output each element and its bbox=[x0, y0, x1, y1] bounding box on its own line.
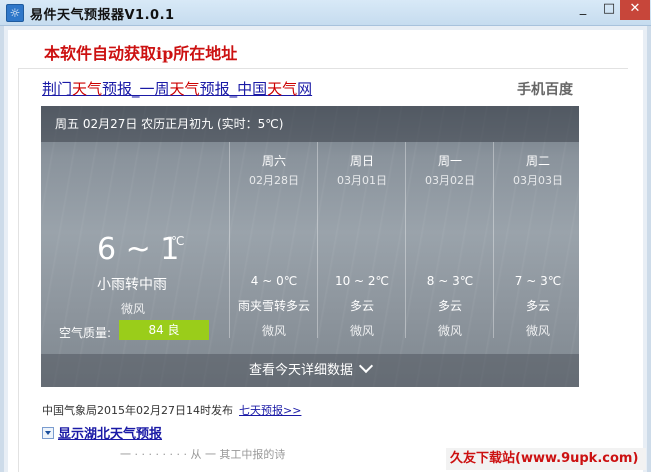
day-condition: 多云 bbox=[525, 299, 550, 313]
publish-info: 中国气象局2015年02月27日14时发布 七天预报>> bbox=[42, 402, 301, 418]
publish-text: 中国气象局2015年02月27日14时发布 bbox=[42, 404, 233, 417]
weather-widget: 周五 02月27日 农历正月初九 (实时：5℃) 6 ~ 1 ℃ 小雨转中雨 微… bbox=[41, 106, 579, 387]
maximize-button[interactable]: □ bbox=[596, 0, 622, 20]
forecast-day: 周一 03月02日 8 ~ 3℃ 多云 微风 bbox=[405, 142, 493, 338]
mobile-baidu-link[interactable]: 手机百度 bbox=[517, 79, 573, 99]
link-net[interactable]: 网 bbox=[297, 80, 312, 98]
auto-location-notice: 本软件自动获取ip所在地址 bbox=[44, 44, 238, 63]
today-condition: 小雨转中雨 bbox=[97, 277, 167, 293]
day-wind: 微风 bbox=[525, 324, 550, 338]
forecast-day: 周二 03月03日 7 ~ 3℃ 多云 微风 bbox=[493, 142, 579, 338]
today-temperature: 6 ~ 1 bbox=[97, 232, 180, 267]
day-weekday: 周二 bbox=[525, 154, 550, 168]
link-highlight-1[interactable]: 天气 bbox=[72, 80, 102, 98]
day-condition: 多云 bbox=[437, 299, 462, 313]
air-quality-badge: 84 良 bbox=[119, 320, 209, 340]
forecast-day: 周六 02月28日 4 ~ 0℃ 雨夹雪转多云 微风 bbox=[229, 142, 317, 338]
today-forecast: 6 ~ 1 ℃ 小雨转中雨 微风 空气质量: 84 良 bbox=[41, 142, 227, 350]
link-highlight-3[interactable]: 天气 bbox=[267, 80, 297, 98]
view-details-label: 查看今天详细数据 bbox=[248, 363, 353, 378]
day-wind: 微风 bbox=[261, 324, 286, 338]
day-temperature: 10 ~ 2℃ bbox=[334, 274, 390, 288]
chevron-down-icon bbox=[358, 358, 374, 374]
day-wind: 微风 bbox=[349, 324, 374, 338]
app-icon: ☼ bbox=[6, 4, 24, 22]
day-temperature: 8 ~ 3℃ bbox=[426, 274, 474, 288]
cutoff-text: 一 · · · · · · · · 从 一 其工中报的诗 bbox=[120, 448, 286, 461]
day-condition: 多云 bbox=[349, 299, 374, 313]
day-weekday: 周六 bbox=[261, 154, 286, 168]
day-date: 03月03日 bbox=[513, 174, 563, 187]
day-weekday: 周一 bbox=[437, 154, 462, 168]
view-details-button[interactable]: 查看今天详细数据 bbox=[41, 354, 579, 387]
link-weekly[interactable]: 预报_一周 bbox=[102, 80, 170, 98]
today-wind: 微风 bbox=[121, 302, 146, 316]
day-wind: 微风 bbox=[437, 324, 462, 338]
link-highlight-2[interactable]: 天气 bbox=[170, 80, 200, 98]
day-date: 03月01日 bbox=[337, 174, 387, 187]
expand-icon bbox=[42, 427, 54, 439]
link-city[interactable]: 荆门 bbox=[42, 80, 72, 98]
weather-header: 周五 02月27日 农历正月初九 (实时：5℃) bbox=[41, 106, 579, 142]
minimize-button[interactable]: _ bbox=[570, 0, 596, 20]
title-bar: ☼ 易件天气预报器V1.0.1 _ □ ✕ bbox=[0, 0, 651, 26]
page-title-links[interactable]: 荆门天气预报_一周天气预报_中国天气网 bbox=[42, 78, 312, 99]
air-quality-label: 空气质量: bbox=[59, 326, 112, 340]
temperature-unit: ℃ bbox=[171, 234, 185, 248]
forecast-day: 周日 03月01日 10 ~ 2℃ 多云 微风 bbox=[317, 142, 405, 338]
window-title: 易件天气预报器V1.0.1 bbox=[30, 8, 175, 23]
seven-day-forecast-link[interactable]: 七天预报>> bbox=[239, 404, 301, 417]
day-temperature: 4 ~ 0℃ bbox=[250, 274, 298, 288]
close-button[interactable]: ✕ bbox=[620, 0, 650, 20]
show-hubei-forecast-toggle[interactable]: 显示湖北天气预报 bbox=[42, 423, 162, 442]
day-date: 02月28日 bbox=[249, 174, 299, 187]
day-temperature: 7 ~ 3℃ bbox=[514, 274, 562, 288]
link-china[interactable]: 预报_中国 bbox=[200, 80, 268, 98]
day-date: 03月02日 bbox=[425, 174, 475, 187]
site-watermark: 久友下载站(www.9upk.com) bbox=[446, 448, 646, 470]
day-condition: 雨夹雪转多云 bbox=[237, 299, 310, 313]
forecast-days: 周六 02月28日 4 ~ 0℃ 雨夹雪转多云 微风 周日 03月01日 10 … bbox=[229, 142, 579, 350]
toggle-label: 显示湖北天气预报 bbox=[58, 427, 163, 442]
day-weekday: 周日 bbox=[349, 154, 374, 168]
